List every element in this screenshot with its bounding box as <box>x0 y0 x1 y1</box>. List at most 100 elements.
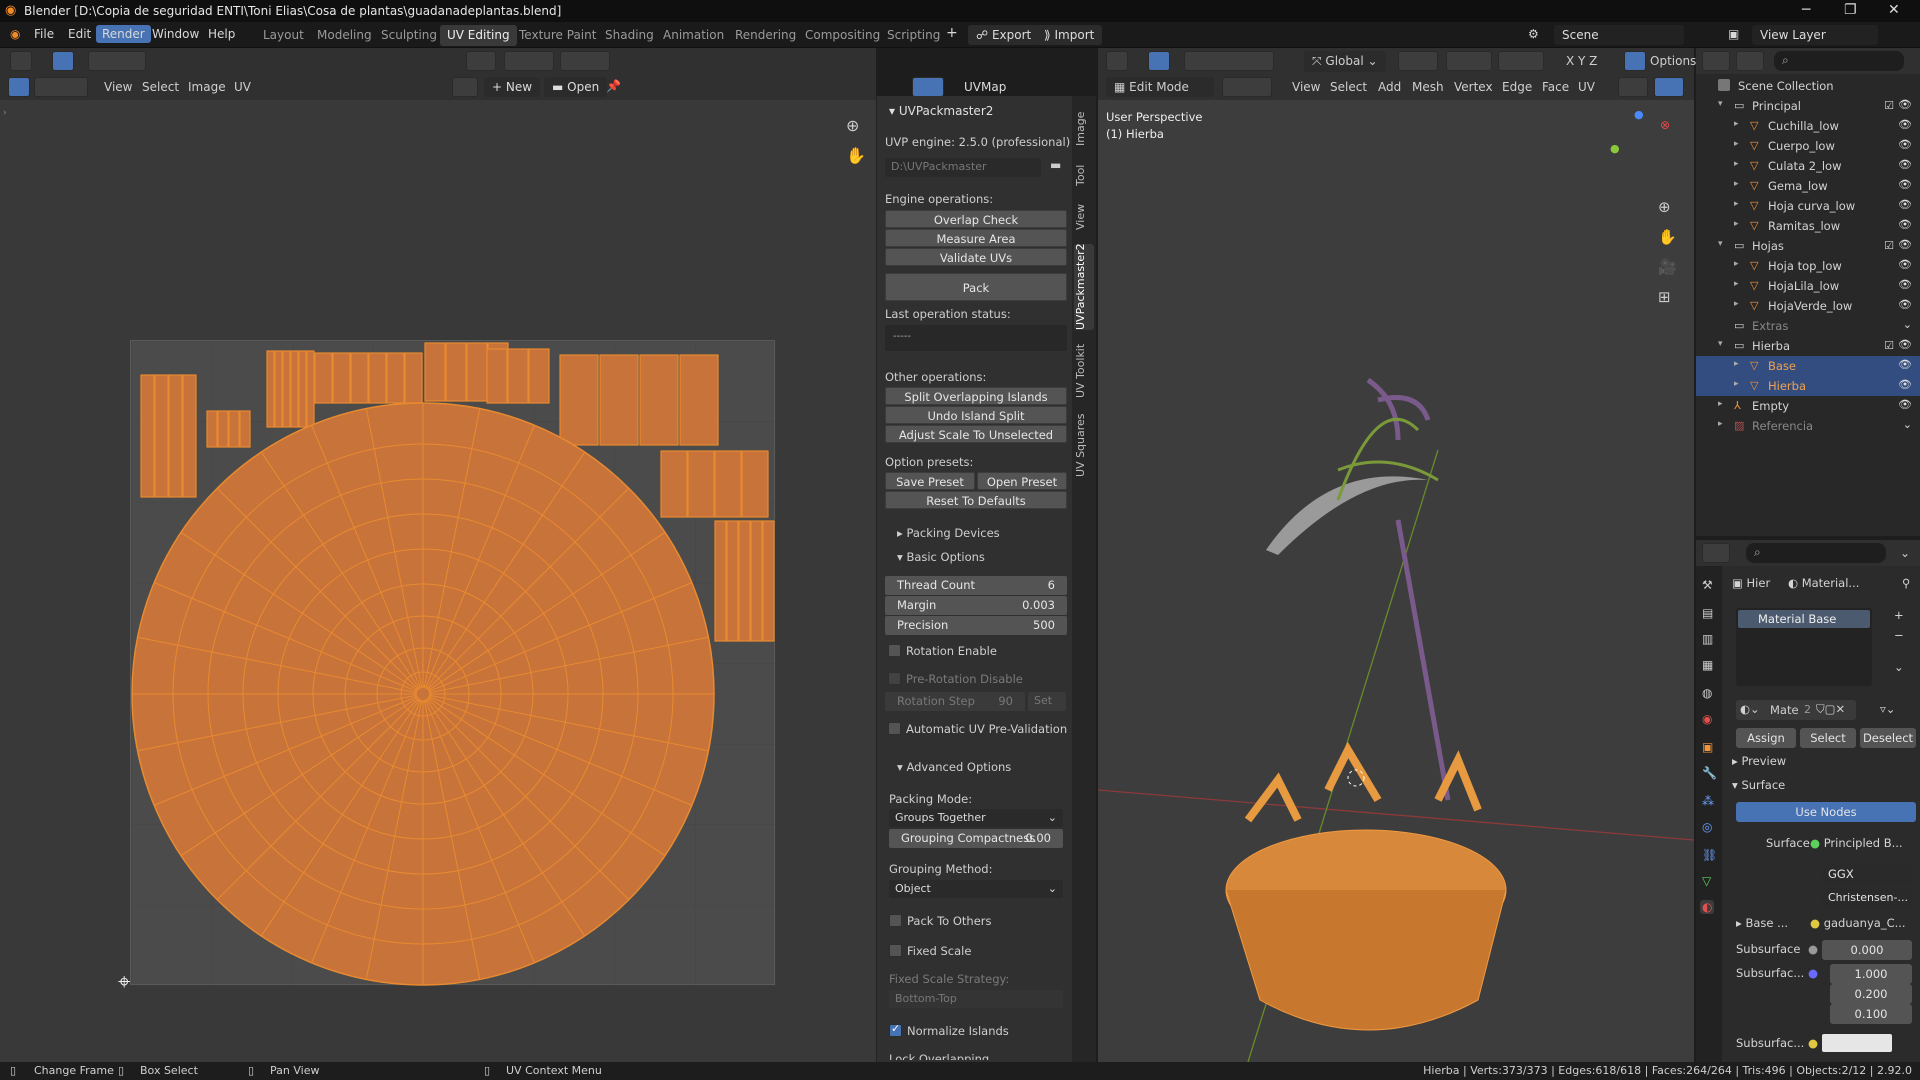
view-layer-icon[interactable]: ▣ <box>1728 27 1739 41</box>
assign-button[interactable]: Assign <box>1736 728 1796 748</box>
visibility-eye-icon[interactable]: ⌄ <box>1903 418 1912 431</box>
outliner-item-referencia[interactable]: ▸ ▨ Referencia ⌄ <box>1696 416 1920 436</box>
visibility-eye-icon[interactable]: 👁 <box>1898 98 1912 111</box>
expand-icon[interactable]: ▸ <box>1734 159 1739 169</box>
properties-search-input[interactable]: ⌕ <box>1746 543 1886 563</box>
surface-section[interactable]: ▾ Surface <box>1732 778 1785 792</box>
ortho-toggle-icon[interactable]: ⊞ <box>1658 288 1671 306</box>
expand-icon[interactable]: ▸ <box>1718 399 1723 409</box>
mode-dropdown[interactable]: ▦ Edit Mode <box>1106 77 1214 97</box>
pin-icon[interactable]: ⚲ <box>1902 576 1910 590</box>
close-icon[interactable]: ✕ <box>1888 2 1900 18</box>
outliner-item-base[interactable]: ▸ ▽ Base 👁 <box>1696 356 1920 376</box>
pin-icon[interactable]: 📌 <box>606 79 621 93</box>
vp-menu-edge[interactable]: Edge <box>1502 80 1532 94</box>
chevron-down-icon[interactable]: ⌄ <box>1900 546 1910 560</box>
preview-section[interactable]: ▸ Preview <box>1732 754 1786 768</box>
outliner-item-hojaverde-low[interactable]: ▸ ▽ HojaVerde_low 👁 <box>1696 296 1920 316</box>
visibility-eye-icon[interactable]: 👁 <box>1898 278 1912 291</box>
tab-uv-toolkit[interactable]: UV Toolkit <box>1074 340 1094 402</box>
blender-menu-icon[interactable]: ◉ <box>10 27 20 41</box>
tab-view[interactable]: View <box>1074 200 1094 234</box>
rotation-enable-checkbox[interactable] <box>888 644 901 657</box>
uv-sync-icon[interactable] <box>8 77 30 97</box>
exclude-checkbox[interactable]: ☑ <box>1884 339 1894 352</box>
gizmo-x-icon[interactable]: ⊗ <box>1660 118 1670 132</box>
distribution-dropdown[interactable]: GGX <box>1822 864 1912 884</box>
tab-layout[interactable]: Layout <box>256 25 311 46</box>
exclude-checkbox[interactable]: ☑ <box>1884 239 1894 252</box>
rotation-step-set-button[interactable]: Set <box>1028 692 1066 711</box>
margin-field[interactable]: Margin 0.003 <box>885 596 1067 615</box>
mirror-xyz-icons[interactable]: X Y Z <box>1566 54 1597 68</box>
visibility-eye-icon[interactable]: 👁 <box>1898 258 1912 271</box>
gizmo-y-icon[interactable]: ● <box>1610 142 1620 155</box>
use-nodes-button[interactable]: Use Nodes <box>1736 802 1916 822</box>
visibility-eye-icon[interactable]: 👁 <box>1898 338 1912 351</box>
tool-tab-icon[interactable]: ⚒ <box>1702 578 1713 592</box>
material-datablock[interactable]: ◐⌄ Mate 2 ⛉▢✕ <box>1736 700 1856 720</box>
tab-scripting[interactable]: Scripting <box>880 25 947 46</box>
rotation-step-field[interactable]: Rotation Step 90 <box>885 692 1025 711</box>
surface-shader-field[interactable]: ● Principled B... <box>1810 836 1903 850</box>
zoom-icon[interactable]: ⊕ <box>846 116 859 135</box>
data-tab-icon[interactable]: ▽ <box>1702 874 1711 888</box>
outliner-item-principal[interactable]: ▾ ▭ Principal 👁 ☑ <box>1696 96 1920 116</box>
expand-icon[interactable]: ▸ <box>1734 199 1739 209</box>
adjust-scale-button[interactable]: Adjust Scale To Unselected <box>885 425 1067 443</box>
view-layer-tab-icon[interactable]: ▦ <box>1702 658 1713 672</box>
viewport-zoom-icon[interactable]: ⊕ <box>1658 198 1671 216</box>
modifier-tab-icon[interactable]: 🔧 <box>1702 766 1717 780</box>
uvmap-icon[interactable] <box>912 77 944 97</box>
expand-icon[interactable]: ▸ <box>1734 359 1739 369</box>
add-workspace-icon[interactable]: + <box>946 25 958 41</box>
remove-slot-icon[interactable]: − <box>1894 628 1904 642</box>
import-button[interactable]: ⟫ Import <box>1036 25 1103 45</box>
physics-tab-icon[interactable]: ◎ <box>1702 820 1712 834</box>
proportional-icon[interactable] <box>1498 51 1544 71</box>
outliner-item-cuerpo-low[interactable]: ▸ ▽ Cuerpo_low 👁 <box>1696 136 1920 156</box>
toolbar-expand-icon[interactable]: › <box>3 108 7 118</box>
scene-selector[interactable]: Scene <box>1554 25 1684 45</box>
menu-help[interactable]: Help <box>208 27 235 41</box>
outliner-item-hierba[interactable]: ▾ ▭ Hierba 👁 ☑ <box>1696 336 1920 356</box>
properties-type-icon[interactable] <box>1702 543 1730 563</box>
transform-orientation-dropdown[interactable]: ⤧ Global ⌄ <box>1304 51 1386 72</box>
basic-options-section[interactable]: ▾ Basic Options <box>897 550 985 564</box>
collapse-icon[interactable]: ▾ <box>1718 339 1723 349</box>
fixed-scale-checkbox[interactable] <box>889 944 902 957</box>
outliner-item-ramitas-low[interactable]: ▸ ▽ Ramitas_low 👁 <box>1696 216 1920 236</box>
3d-viewport[interactable]: ⤧ Global ⌄ X Y Z Options ▦ Edit Mode Vie… <box>1098 48 1696 1062</box>
split-islands-button[interactable]: Split Overlapping Islands <box>885 387 1067 405</box>
pivot-icon[interactable] <box>466 51 496 71</box>
collapse-icon[interactable]: ▾ <box>1718 239 1723 249</box>
pivot-point-icon[interactable] <box>1398 51 1438 71</box>
expand-icon[interactable]: ▸ <box>1734 219 1739 229</box>
select-tool-icon[interactable] <box>52 51 74 71</box>
world-tab-icon[interactable]: ◉ <box>1702 712 1712 726</box>
material-browse-icon[interactable]: ◐⌄ <box>1740 702 1760 716</box>
vp-menu-add[interactable]: Add <box>1378 80 1401 94</box>
scene-tab-icon[interactable]: ◍ <box>1702 686 1712 700</box>
grouping-method-dropdown[interactable]: Object ⌄ <box>889 880 1063 898</box>
vp-menu-view[interactable]: View <box>1292 80 1320 94</box>
tab-shading[interactable]: Shading <box>598 25 661 46</box>
viewport-pan-icon[interactable]: ✋ <box>1658 228 1677 246</box>
open-image-button[interactable]: ▬ Open <box>544 77 608 97</box>
display-mode-icon[interactable] <box>1736 51 1764 71</box>
outliner-scene-collection[interactable]: Scene Collection <box>1696 76 1920 96</box>
outliner-item-extras[interactable]: ▭ Extras ⌄ <box>1696 316 1920 336</box>
base-color-texture-field[interactable]: ● gaduanya_C... <box>1810 916 1906 930</box>
viewport-select-icon[interactable] <box>1148 51 1170 71</box>
visibility-eye-icon[interactable]: 👁 <box>1898 238 1912 251</box>
uv-select-mode-icons[interactable] <box>34 77 88 97</box>
vp-menu-uv[interactable]: UV <box>1578 80 1595 94</box>
viewport-select-mode-icons[interactable] <box>1184 51 1274 71</box>
visibility-eye-icon[interactable]: 👁 <box>1898 298 1912 311</box>
breadcrumb-object[interactable]: ▣ Hier <box>1732 576 1770 590</box>
pack-to-others-checkbox[interactable] <box>889 914 902 927</box>
vp-menu-vertex[interactable]: Vertex <box>1454 80 1493 94</box>
outliner-item-gema-low[interactable]: ▸ ▽ Gema_low 👁 <box>1696 176 1920 196</box>
thread-count-field[interactable]: Thread Count 6 <box>885 576 1067 595</box>
deselect-button[interactable]: Deselect <box>1860 728 1916 748</box>
